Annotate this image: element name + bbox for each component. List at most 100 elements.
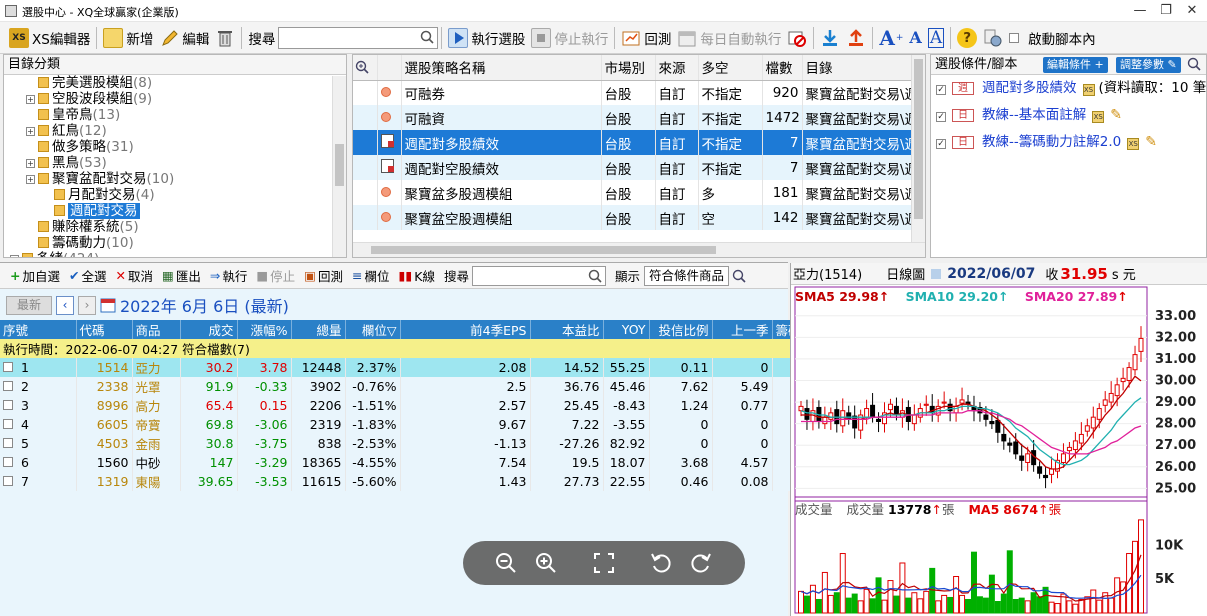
tree-item[interactable]: 週配對交易 [4, 203, 346, 219]
strategy-row[interactable]: 聚寶盆多股週模組 台股 自訂多 181 聚寶盆配對交易\週 [353, 180, 914, 205]
condition-checkbox[interactable]: ✓ [936, 112, 946, 122]
tree-item[interactable]: 籌碼動力(10) [4, 235, 346, 251]
expand-icon[interactable]: + [26, 175, 35, 184]
search-input[interactable] [278, 26, 439, 49]
tree-item[interactable]: + 多緒(424) [4, 251, 346, 257]
edit-pencil-icon[interactable]: ✎ [1110, 107, 1122, 123]
col-source-header[interactable]: 來源 [655, 55, 699, 81]
edit-conditions-button[interactable]: 編輯條件 + [1043, 57, 1108, 73]
xs-script-icon[interactable]: XS [1092, 111, 1105, 123]
row-checkbox[interactable] [3, 457, 13, 467]
condition-item[interactable]: ✓ 日教練--籌碼動力註解2.0 XS ✎ [931, 129, 1206, 156]
chart-dropdown-icon[interactable] [931, 268, 942, 279]
result-row[interactable]: 7 1319 東陽 39.65 -3.53 11615 -5.60% 1.43 27.73 22.… [0, 472, 805, 491]
strategy-hscrollbar[interactable] [353, 242, 925, 257]
col-trust-header[interactable]: 投信比例 [649, 320, 713, 339]
stop-button[interactable]: 停止執行 [528, 25, 611, 51]
strategy-row[interactable]: 可融券 台股 自訂 不指定 920 聚寶盆配對交易\週 [353, 80, 914, 105]
import-button[interactable] [817, 25, 843, 51]
cancel-schedule-button[interactable] [784, 25, 810, 51]
col-volume-header[interactable]: 總量 [291, 320, 346, 339]
export-results-button[interactable]: ▦ 匯出 [162, 266, 201, 285]
condition-label[interactable]: 週配對多股績效 [982, 80, 1077, 96]
results-search-input[interactable] [471, 265, 606, 286]
col-name-header[interactable]: 商品 [132, 320, 181, 339]
strategy-row[interactable]: 週配對空股績效 台股 自訂 不指定 7 聚寶盆配對交易\週 [353, 155, 914, 180]
run-button[interactable]: 執行選股 [445, 25, 528, 51]
row-checkbox[interactable] [3, 476, 13, 486]
conditions-zoom-icon[interactable] [1187, 57, 1201, 71]
strategy-row[interactable]: 聚寶盆空股週模組 台股 自訂空 142 聚寶盆配對交易\週 [353, 205, 914, 230]
columns-button[interactable]: ≡ 欄位 [352, 266, 390, 285]
settings-button[interactable] [980, 25, 1006, 51]
strategy-row[interactable]: 週配對多股績效 台股 自訂 不指定 7 聚寶盆配對交易\週 [353, 130, 914, 155]
minimize-button[interactable]: — [1131, 2, 1149, 20]
price-volume-chart[interactable]: 33.00 32.00 31.00 30.00 29.00 28.00 27.00 26.00… [791, 285, 1207, 616]
tree-item[interactable]: + 空股波段模組(9) [4, 91, 346, 107]
maximize-button[interactable]: ❐ [1157, 2, 1175, 20]
search-icon[interactable] [420, 30, 434, 44]
result-row[interactable]: 2 2338 光罩 91.9 -0.33 3902 -0.76% 2.5 36.76 45.46 7… [0, 377, 805, 396]
col-dir-header[interactable]: 目錄 [802, 55, 914, 81]
script-inside-checkbox[interactable] [1009, 32, 1020, 43]
condition-checkbox[interactable]: ✓ [936, 85, 946, 95]
condition-checkbox[interactable]: ✓ [936, 139, 946, 149]
cancel-selection-button[interactable]: ✕ 取消 [116, 266, 154, 285]
prev-date-button[interactable]: ‹ [56, 295, 74, 315]
condition-item[interactable]: ✓ 日教練--基本面註解 XS ✎ [931, 102, 1206, 129]
close-button[interactable]: ✕ [1183, 2, 1201, 20]
kline-button[interactable]: ▮▮ K線 [398, 266, 434, 285]
stop-results-button[interactable]: ■ 停止 [256, 266, 295, 285]
col-code-header[interactable]: 代碼 [76, 320, 133, 339]
col-change-header[interactable]: 漲幅% [237, 320, 292, 339]
tree-item[interactable]: + 黑鳥(53) [4, 155, 346, 171]
font-setting-button[interactable]: A [925, 25, 947, 51]
date-calendar-icon[interactable] [100, 297, 116, 313]
tree-item[interactable]: 賺除權系統(5) [4, 219, 346, 235]
run-results-button[interactable]: ⇒ 執行 [210, 266, 248, 285]
tree-item[interactable]: + 紅鳥(12) [4, 123, 346, 139]
strategy-row[interactable]: 可融資 台股 自訂 不指定 1472 聚寶盆配對交易\週 [353, 105, 914, 130]
backtest-button[interactable]: 回測 [618, 25, 674, 51]
latest-button[interactable]: 最新 [6, 295, 52, 315]
xs-script-icon[interactable]: XS [1082, 84, 1095, 96]
col-prev-quarter-header[interactable]: 上一季 [712, 320, 773, 339]
row-checkbox[interactable] [3, 400, 13, 410]
zoom-out-icon[interactable] [494, 551, 518, 575]
help-button[interactable]: ? [954, 25, 980, 51]
tree-scrollbar[interactable] [332, 76, 346, 257]
row-checkbox[interactable] [3, 438, 13, 448]
result-row[interactable]: 3 8996 高力 65.4 0.15 2206 -1.51% 2.57 25.45 -8.43 1… [0, 396, 805, 415]
script-inside-toggle[interactable]: 啟動腳本內 [1006, 25, 1099, 51]
daily-auto-button[interactable]: 每日自動執行 [674, 25, 784, 51]
condition-label[interactable]: 教練--籌碼動力註解2.0 [982, 134, 1121, 150]
font-larger-button[interactable]: A + [876, 25, 906, 51]
chart-period[interactable]: 日線圖 [886, 264, 925, 283]
col-eps-header[interactable]: 前4季EPS [400, 320, 531, 339]
result-row[interactable]: 4 6605 帝寶 69.8 -3.06 2319 -1.83% 9.67 7.22 -3.55 0… [0, 415, 805, 434]
xs-script-icon[interactable]: XS [1127, 138, 1140, 150]
strategy-vscrollbar[interactable] [911, 55, 925, 243]
col-name-header[interactable]: 選股策略名稱 [401, 55, 602, 81]
tree-item[interactable]: 皇帝鳥(13) [4, 107, 346, 123]
row-checkbox[interactable] [3, 419, 13, 429]
export-button[interactable] [843, 25, 869, 51]
rotate-left-icon[interactable] [649, 551, 673, 575]
condition-label[interactable]: 教練--基本面註解 [982, 107, 1086, 123]
add-watchlist-button[interactable]: + 加自選 [10, 266, 60, 285]
delete-button[interactable] [212, 25, 238, 51]
col-field-header[interactable]: 欄位▽ [345, 320, 401, 339]
col-yoy-header[interactable]: YOY [603, 320, 650, 339]
display-select[interactable]: 符合條件商品 [643, 265, 729, 286]
xs-editor-button[interactable]: XS XS編輯器 [6, 25, 93, 51]
next-date-button[interactable]: › [78, 295, 96, 315]
results-search-icon[interactable] [588, 269, 602, 283]
col-direction-header[interactable]: 多空 [698, 55, 763, 81]
zoom-icon[interactable] [353, 55, 378, 81]
expand-icon[interactable]: + [26, 159, 35, 168]
row-checkbox[interactable] [3, 381, 13, 391]
expand-icon[interactable]: + [26, 95, 35, 104]
add-button[interactable]: 新增 [100, 25, 156, 51]
tree-item[interactable]: 月配對交易(4) [4, 187, 346, 203]
result-row[interactable]: 1 1514 亞力 30.2 3.78 12448 2.37% 2.08 14.52 55.25 0… [0, 358, 805, 377]
